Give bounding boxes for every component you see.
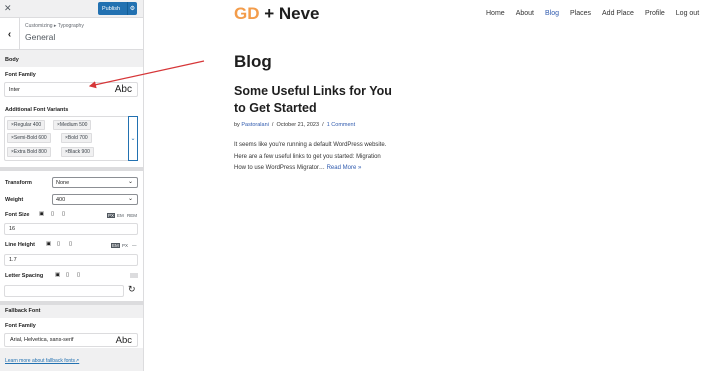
desktop-icon[interactable]: ▣	[46, 241, 51, 247]
publish-label: Publish	[102, 5, 121, 12]
variant-chip[interactable]: × Black 900	[61, 147, 94, 157]
variant-chip-label: Semi-Bold 600	[13, 135, 47, 141]
nav-add-place[interactable]: Add Place	[602, 10, 634, 17]
fallback-value: Arial, Helvetica, sans-serif	[10, 337, 74, 343]
external-link-icon: ↗	[75, 358, 80, 364]
fallback-family-label: Font Family	[5, 323, 36, 329]
nav-profile[interactable]: Profile	[645, 10, 665, 17]
line-height-value: 1.7	[9, 257, 17, 263]
font-size-label: Font Size	[5, 212, 30, 218]
close-icon[interactable]: ✕	[4, 3, 12, 14]
meta-by: by	[234, 122, 240, 128]
nav-blog[interactable]: Blog	[545, 10, 559, 17]
learn-more-label: Learn more about fallback fonts	[5, 358, 76, 364]
transform-select[interactable]: None ⌄	[52, 177, 138, 188]
variant-chip-label: Bold 700	[67, 135, 88, 141]
site-preview: GD + Neve Home About Blog Places Add Pla…	[145, 0, 720, 371]
logo-gd: GD	[234, 4, 260, 23]
meta-date: October 21, 2023	[276, 122, 320, 128]
letter-spacing-label: Letter Spacing	[5, 273, 44, 279]
fallback-family-select[interactable]: Arial, Helvetica, sans-serif Abc	[4, 333, 138, 347]
unit-em[interactable]: EM	[111, 243, 120, 248]
section-header: ‹ Customizing ▸ Typography General	[0, 18, 143, 50]
mobile-icon[interactable]: ▯	[77, 272, 80, 278]
nav-places[interactable]: Places	[570, 10, 591, 17]
learn-more-link[interactable]: Learn more about fallback fonts↗	[5, 358, 79, 364]
font-family-value: Inter	[9, 87, 21, 93]
meta-comments[interactable]: 1 Comment	[327, 122, 355, 128]
post-title[interactable]: Some Useful Links for You to Get Started	[234, 83, 394, 117]
desktop-icon[interactable]: ▣	[39, 211, 44, 217]
weight-value: 400	[56, 196, 66, 203]
weight-select[interactable]: 400 ⌄	[52, 194, 138, 205]
unit-toggle[interactable]	[130, 273, 138, 278]
font-family-select[interactable]: Inter Abc	[4, 82, 138, 97]
customizer-topbar: ✕ Publish ⚙	[0, 0, 143, 18]
font-preview: Abc	[114, 84, 132, 95]
fallback-group-label: Fallback Font	[5, 308, 41, 314]
section-title: General	[25, 32, 56, 42]
style-group	[0, 171, 143, 301]
variant-chip[interactable]: × Semi-Bold 600	[7, 133, 51, 143]
mobile-icon[interactable]: ▯	[62, 211, 65, 217]
unit-px[interactable]: PX	[122, 243, 128, 248]
transform-value: None	[56, 179, 70, 186]
unit-rem[interactable]: REM	[127, 213, 137, 218]
divider	[0, 301, 143, 305]
site-logo[interactable]: GD + Neve	[234, 4, 320, 24]
chevron-down-icon: ⌄	[127, 179, 133, 185]
line-height-label: Line Height	[5, 242, 35, 248]
chevron-left-icon: ‹	[7, 28, 12, 40]
weight-label: Weight	[5, 197, 24, 203]
body-group-label: Body	[5, 57, 19, 63]
variant-chip[interactable]: × Medium 500	[53, 120, 92, 130]
unit-none[interactable]: —	[132, 243, 137, 248]
variant-chip-label: Medium 500	[59, 122, 88, 128]
variant-chip-label: Regular 400	[13, 122, 42, 128]
chevron-down-icon: ⌄	[127, 196, 133, 202]
line-height-input[interactable]: 1.7	[4, 254, 138, 266]
variant-chip-label: Extra Bold 800	[13, 149, 47, 155]
post-excerpt: It seems like you're running a default W…	[234, 140, 394, 175]
post-meta: by Pastoralani / October 21, 2023 / 1 Co…	[234, 122, 356, 128]
read-more-link[interactable]: Read More »	[327, 165, 362, 171]
nav-home[interactable]: Home	[486, 10, 505, 17]
breadcrumb: Customizing ▸ Typography	[25, 23, 84, 29]
primary-nav: Home About Blog Places Add Place Profile…	[486, 10, 710, 17]
page-title: Blog	[234, 52, 272, 71]
nav-logout[interactable]: Log out	[676, 10, 699, 17]
variant-chip[interactable]: × Regular 400	[7, 120, 46, 130]
variant-chip[interactable]: × Extra Bold 800	[7, 147, 51, 157]
logo-rest: + Neve	[259, 4, 320, 23]
fallback-preview: Abc	[115, 335, 132, 346]
excerpt-text: It seems like you're running a default W…	[234, 142, 387, 171]
mobile-icon[interactable]: ▯	[69, 241, 72, 247]
meta-author[interactable]: Pastoralani	[241, 122, 269, 128]
unit-em[interactable]: EM	[117, 213, 124, 218]
back-button[interactable]: ‹	[0, 18, 20, 50]
letter-spacing-input[interactable]	[4, 285, 124, 297]
unit-px[interactable]: PX	[107, 213, 116, 218]
variant-chip-label: Black 900	[67, 149, 90, 155]
variants-label: Additional Font Variants	[5, 107, 69, 113]
customizer-panel: ✕ Publish ⚙ ‹ Customizing ▸ Typography G…	[0, 0, 144, 371]
variants-toggle[interactable]: ⌄	[128, 116, 138, 161]
font-family-label: Font Family	[5, 72, 36, 78]
transform-label: Transform	[5, 180, 32, 186]
tablet-icon[interactable]: ▯	[66, 272, 69, 278]
gear-icon[interactable]: ⚙	[127, 2, 137, 15]
font-size-value: 16	[9, 226, 16, 232]
reset-icon[interactable]: ↻	[128, 284, 136, 295]
chevron-down-icon: ⌄	[130, 136, 136, 142]
tablet-icon[interactable]: ▯	[57, 241, 60, 247]
tablet-icon[interactable]: ▯	[51, 211, 54, 217]
desktop-icon[interactable]: ▣	[55, 272, 60, 278]
publish-button[interactable]: Publish ⚙	[98, 2, 137, 15]
font-size-input[interactable]: 16	[4, 223, 138, 235]
variant-chip[interactable]: × Bold 700	[61, 133, 92, 143]
nav-about[interactable]: About	[516, 10, 534, 17]
